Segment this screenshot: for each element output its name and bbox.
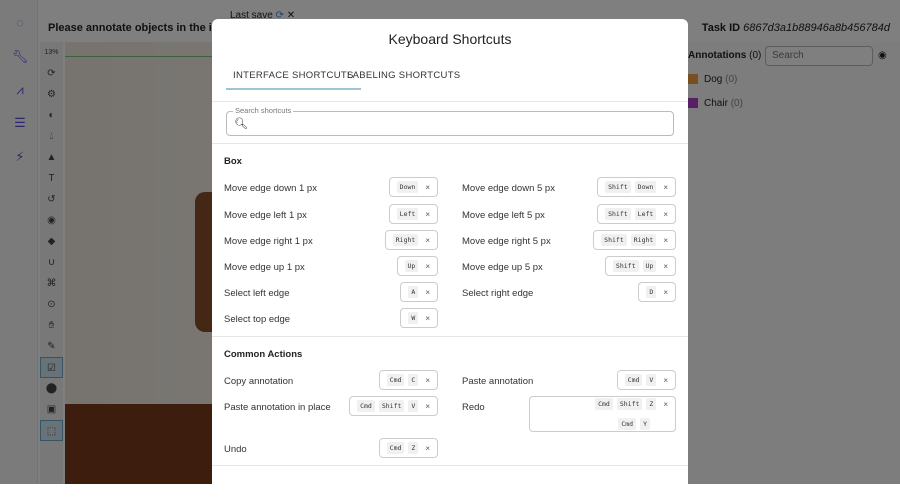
shortcut-keys[interactable]: Cmd Shift Z × Cmd Y bbox=[529, 396, 676, 432]
key-cap: Left bbox=[634, 208, 657, 220]
section-title: Common Actions bbox=[224, 349, 303, 360]
shortcut-keys[interactable]: Cmd V × bbox=[616, 370, 676, 390]
shortcut-label: Move edge right 5 px bbox=[462, 236, 551, 247]
key-cap: C bbox=[408, 374, 419, 386]
key-cap: Shift bbox=[612, 260, 639, 272]
remove-shortcut-icon[interactable]: × bbox=[425, 288, 430, 297]
remove-shortcut-icon[interactable]: × bbox=[663, 183, 668, 192]
divider bbox=[212, 143, 688, 144]
remove-shortcut-icon[interactable]: × bbox=[663, 210, 668, 219]
remove-shortcut-icon[interactable]: × bbox=[425, 376, 430, 385]
key-cap: V bbox=[646, 374, 657, 386]
remove-shortcut-icon[interactable]: × bbox=[663, 236, 668, 245]
shortcut-label: Move edge left 5 px bbox=[462, 210, 545, 221]
key-cap: Right bbox=[630, 234, 657, 246]
key-cap: Cmd bbox=[624, 374, 643, 386]
key-cap: D bbox=[646, 286, 657, 298]
divider bbox=[212, 101, 688, 102]
key-cap: A bbox=[408, 286, 419, 298]
remove-shortcut-icon[interactable]: × bbox=[425, 314, 430, 323]
shortcut-keys[interactable]: Right × bbox=[384, 230, 438, 250]
shortcut-label: Move edge down 1 px bbox=[224, 183, 317, 194]
remove-shortcut-icon[interactable]: × bbox=[425, 444, 430, 453]
key-cap: Up bbox=[642, 260, 657, 272]
key-cap: Y bbox=[640, 418, 650, 430]
key-cap: Shift bbox=[378, 400, 405, 412]
divider bbox=[212, 336, 688, 337]
key-cap: Down bbox=[396, 181, 419, 193]
shortcut-keys[interactable]: A × bbox=[400, 282, 438, 302]
key-cap: Shift bbox=[605, 181, 631, 193]
key-cap: Cmd bbox=[618, 418, 637, 430]
remove-shortcut-icon[interactable]: × bbox=[425, 402, 430, 411]
remove-shortcut-icon[interactable]: × bbox=[425, 210, 430, 219]
search-shortcuts-input[interactable]: Search shortcuts 🔍︎ bbox=[226, 106, 674, 136]
shortcut-label: Select right edge bbox=[462, 288, 534, 299]
shortcut-label: Paste annotation bbox=[462, 376, 534, 387]
key-cap: Cmd bbox=[386, 442, 405, 454]
shortcut-label: Move edge up 1 px bbox=[224, 262, 305, 273]
key-cap: Cmd bbox=[357, 400, 375, 412]
shortcut-keys[interactable]: W × bbox=[400, 308, 438, 328]
remove-shortcut-icon[interactable]: × bbox=[425, 236, 430, 245]
section-title: Box bbox=[224, 156, 242, 167]
shortcut-label: Paste annotation in place bbox=[224, 402, 331, 413]
remove-shortcut-icon[interactable]: × bbox=[663, 288, 668, 297]
shortcut-keys[interactable]: Shift Up × bbox=[604, 256, 676, 276]
shortcut-label: Move edge left 1 px bbox=[224, 210, 307, 221]
key-cap: Z bbox=[646, 398, 657, 410]
tab-labeling-shortcuts[interactable]: LABELING SHORTCUTS bbox=[340, 70, 467, 90]
dialog-title: Keyboard Shortcuts bbox=[388, 31, 512, 47]
remove-shortcut-icon[interactable]: × bbox=[663, 376, 668, 385]
key-cap: V bbox=[408, 400, 419, 412]
remove-shortcut-icon[interactable]: × bbox=[425, 183, 430, 192]
shortcut-keys[interactable]: Left × bbox=[388, 204, 438, 224]
shortcut-keys[interactable]: D × bbox=[638, 282, 676, 302]
remove-shortcut-icon[interactable]: × bbox=[425, 262, 430, 271]
divider bbox=[212, 465, 688, 466]
key-cap: Down bbox=[634, 181, 657, 193]
shortcut-keys[interactable]: Cmd Shift V × bbox=[349, 396, 438, 416]
shortcut-label: Move edge up 5 px bbox=[462, 262, 543, 273]
key-cap: Cmd bbox=[595, 398, 613, 410]
key-cap: Cmd bbox=[386, 374, 405, 386]
shortcut-label: Copy annotation bbox=[224, 376, 294, 387]
key-cap: Z bbox=[408, 442, 419, 454]
key-cap: Shift bbox=[616, 398, 643, 410]
shortcut-label: Select left edge bbox=[224, 288, 290, 299]
key-cap: Up bbox=[404, 260, 419, 272]
shortcut-label: Redo bbox=[462, 402, 485, 413]
shortcut-label: Move edge down 5 px bbox=[462, 183, 555, 194]
shortcut-keys[interactable]: Shift Left × bbox=[597, 204, 676, 224]
keyboard-shortcuts-dialog: Keyboard Shortcuts INTERFACE SHORTCUTS L… bbox=[212, 19, 688, 499]
search-shortcuts-label: Search shortcuts bbox=[233, 106, 294, 115]
key-cap: W bbox=[408, 312, 419, 324]
key-cap: Right bbox=[392, 234, 419, 246]
shortcut-keys[interactable]: Up × bbox=[396, 256, 438, 276]
shortcut-label: Undo bbox=[224, 444, 247, 455]
remove-shortcut-icon[interactable]: × bbox=[663, 262, 668, 271]
shortcut-keys[interactable]: Down × bbox=[388, 177, 438, 197]
shortcut-label: Select top edge bbox=[224, 314, 291, 325]
shortcut-keys[interactable]: Cmd C × bbox=[378, 370, 438, 390]
key-cap: Shift bbox=[605, 208, 631, 220]
shortcut-keys[interactable]: Shift Right × bbox=[593, 230, 676, 250]
remove-shortcut-icon[interactable]: × bbox=[663, 400, 668, 409]
shortcut-keys[interactable]: Shift Down × bbox=[597, 177, 676, 197]
key-cap: Left bbox=[396, 208, 419, 220]
shortcut-label: Move edge right 1 px bbox=[224, 236, 313, 247]
shortcut-keys[interactable]: Cmd Z × bbox=[378, 438, 438, 458]
key-cap: Shift bbox=[601, 234, 627, 246]
search-icon: 🔍︎ bbox=[234, 118, 248, 130]
